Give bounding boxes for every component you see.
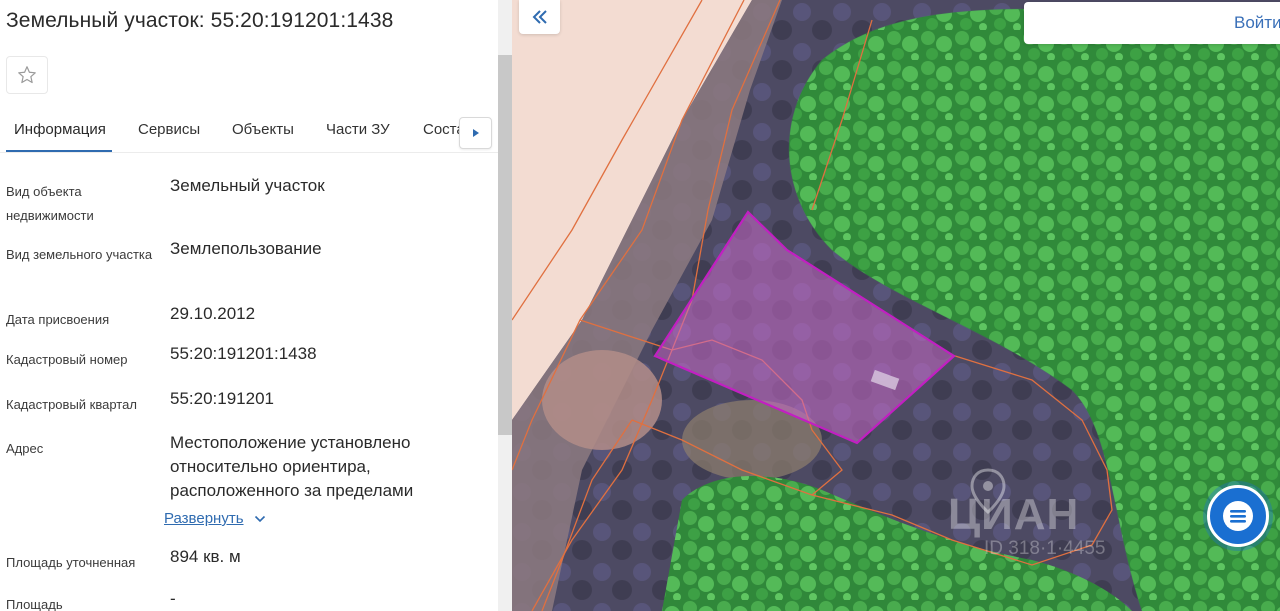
field-value: Местоположение установлено относительно …	[170, 433, 414, 500]
field-value: -	[170, 589, 176, 608]
collapse-panel-button[interactable]	[519, 0, 560, 34]
watermark-logo: ЦИАН	[948, 490, 1080, 539]
tab-objects[interactable]: Объекты	[232, 121, 294, 138]
triangle-right-icon	[472, 129, 479, 137]
tab-scroll-right-button[interactable]	[459, 117, 492, 149]
tab-services[interactable]: Сервисы	[138, 121, 200, 138]
field-label: Кадастровый номер	[6, 352, 128, 367]
field-value: Земельный участок	[170, 176, 325, 195]
favorite-button[interactable]	[6, 56, 48, 94]
double-chevron-left-icon	[532, 10, 547, 24]
panel-scrollbar[interactable]	[498, 55, 512, 435]
field-label: Дата присвоения	[6, 312, 110, 327]
field-label: Площадь уточненная	[6, 555, 136, 570]
star-outline-icon	[18, 66, 36, 84]
field-value: 894 кв. м	[170, 547, 241, 566]
field-value: Землепользование	[170, 239, 322, 258]
satellite-map	[512, 0, 1280, 611]
watermark-id: ID 318·1·4455	[984, 538, 1106, 559]
chevron-down-icon	[254, 515, 265, 522]
field-value: 55:20:191201	[170, 389, 274, 408]
field-label: Кадастровый квартал	[6, 397, 137, 412]
page-title: Земельный участок: 55:20:191201:1438	[6, 9, 394, 32]
expand-address-link[interactable]: Развернуть	[164, 510, 266, 527]
field-label: Вид земельного участка	[6, 247, 153, 262]
field-label: Адрес	[6, 441, 44, 456]
chat-button[interactable]	[1207, 485, 1269, 547]
login-label: Войти	[1234, 13, 1280, 32]
map-view[interactable]	[512, 0, 1280, 611]
field-value: 29.10.2012	[170, 304, 256, 323]
field-label: Вид объекта недвижимости	[6, 184, 94, 223]
tab-composition[interactable]: Соста	[423, 121, 463, 141]
field-label: Площадь	[6, 597, 63, 611]
info-panel: Земельный участок: 55:20:191201:1438 Инф…	[0, 0, 498, 611]
active-tab-indicator	[6, 150, 112, 152]
login-button[interactable]: Войти	[1024, 2, 1280, 44]
field-value: 55:20:191201:1438	[170, 344, 317, 363]
tab-info[interactable]: Информация	[14, 121, 106, 138]
chat-bubble-icon	[1223, 501, 1253, 531]
expand-label: Развернуть	[164, 510, 244, 527]
tab-parts[interactable]: Части ЗУ	[326, 121, 390, 138]
